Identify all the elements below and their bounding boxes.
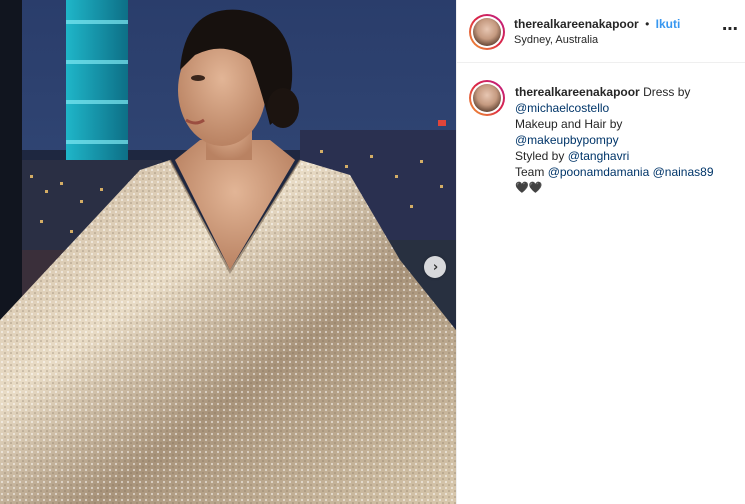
- caption-text: therealkareenakapoor Dress by @michaelco…: [515, 84, 735, 196]
- carousel-next-button[interactable]: ›: [424, 256, 446, 278]
- caption-makeup-hair: Makeup and Hair by: [515, 117, 623, 131]
- post-side-panel: therealkareenakapoor • Ikuti Sydney, Aus…: [456, 0, 745, 504]
- caption-avatar-image: [473, 84, 501, 112]
- follow-button[interactable]: Ikuti: [656, 17, 681, 31]
- mention-poonamdamania[interactable]: @poonamdamania: [548, 165, 650, 179]
- mention-tanghavri[interactable]: @tanghavri: [568, 149, 630, 163]
- caption-line-6: Team @poonamdamania @nainas89: [515, 164, 735, 180]
- caption-team: Team: [515, 165, 545, 179]
- post-photo[interactable]: ›: [0, 0, 456, 504]
- caption-username[interactable]: therealkareenakapoor: [515, 85, 640, 99]
- caption-styled-by: Styled by: [515, 149, 565, 163]
- caption-line-5: Styled by @tanghavri: [515, 148, 735, 164]
- caption-avatar[interactable]: [469, 80, 505, 116]
- post-header: therealkareenakapoor • Ikuti Sydney, Aus…: [457, 0, 745, 63]
- mention-makeupbypompy[interactable]: @makeupbypompy: [515, 133, 619, 147]
- avatar-image: [473, 18, 501, 46]
- header-name-row: therealkareenakapoor • Ikuti: [514, 17, 680, 31]
- mention-nainas89[interactable]: @nainas89: [653, 165, 714, 179]
- header-username[interactable]: therealkareenakapoor: [514, 17, 639, 31]
- caption-dress-by: Dress by: [643, 85, 691, 99]
- separator-dot: •: [645, 17, 650, 31]
- caption-line-2: @michaelcostello: [515, 100, 735, 116]
- caption-line-4: @makeupbypompy: [515, 132, 735, 148]
- caption-line-3: Makeup and Hair by: [515, 116, 735, 132]
- location-link[interactable]: Sydney, Australia: [514, 34, 598, 46]
- mention-michaelcostello[interactable]: @michaelcostello: [515, 101, 609, 115]
- caption-line-1: therealkareenakapoor Dress by: [515, 84, 735, 100]
- caption-avatar-border: [471, 82, 503, 114]
- chevron-right-icon: ›: [432, 259, 439, 275]
- instagram-post: › therealkareenakapoor • Ikuti Sydney, A…: [0, 0, 745, 504]
- avatar[interactable]: [469, 14, 505, 50]
- avatar-border: [471, 16, 503, 48]
- photo-illustration: [0, 0, 456, 504]
- black-heart-icons: 🖤🖤: [515, 181, 543, 194]
- more-options-icon[interactable]: ⋯: [722, 22, 739, 38]
